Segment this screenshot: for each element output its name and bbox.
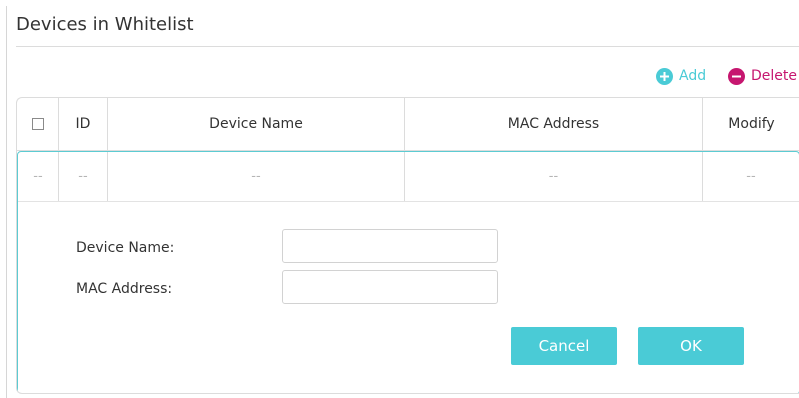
row-mac-address-cell: -- xyxy=(404,152,702,201)
mac-address-label: MAC Address: xyxy=(76,281,173,297)
table-header-row: ID Device Name MAC Address Modify xyxy=(17,98,799,151)
page-left-border xyxy=(6,6,7,398)
select-all-checkbox[interactable] xyxy=(31,118,44,130)
whitelist-table: ID Device Name MAC Address Modify -- -- … xyxy=(16,97,799,394)
add-button-label: Add xyxy=(679,68,707,84)
row-id-cell: -- xyxy=(58,152,107,201)
device-name-input[interactable] xyxy=(282,229,498,263)
column-header-mac-address: MAC Address xyxy=(404,98,702,150)
row-device-name-cell: -- xyxy=(107,152,404,201)
column-header-modify: Modify xyxy=(702,98,799,150)
minus-circle-icon xyxy=(728,67,745,85)
row-select-cell: -- xyxy=(33,169,43,184)
mac-address-input[interactable] xyxy=(282,270,498,304)
row-modify-cell: -- xyxy=(702,152,799,201)
delete-button-label: Delete xyxy=(751,68,797,84)
device-name-label: Device Name: xyxy=(76,240,175,256)
column-header-device-name: Device Name xyxy=(107,98,404,150)
delete-button[interactable]: Delete xyxy=(728,66,797,86)
edit-panel: -- -- -- -- -- Device Name: MAC Address:… xyxy=(17,151,799,393)
column-header-id: ID xyxy=(58,98,107,150)
add-button[interactable]: Add xyxy=(656,66,706,86)
table-row: -- -- -- -- -- xyxy=(18,152,799,202)
ok-button[interactable]: OK xyxy=(638,327,744,365)
plus-circle-icon xyxy=(656,67,673,85)
section-title: Devices in Whitelist xyxy=(16,14,194,35)
title-divider xyxy=(16,46,799,47)
cancel-button[interactable]: Cancel xyxy=(511,327,617,365)
header-select-cell xyxy=(17,98,58,150)
